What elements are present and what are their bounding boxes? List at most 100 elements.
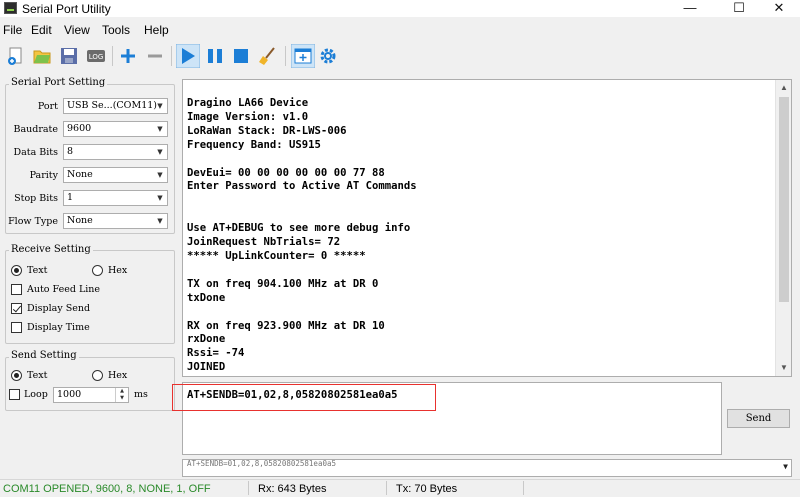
send-hex-label: Hex	[108, 370, 128, 381]
menu-tools[interactable]: Tools	[102, 23, 130, 37]
send-history-select[interactable]: AT+SENDB=01,02,8,05820802581ea0a5 ▼	[182, 459, 792, 477]
receive-hex-radio[interactable]	[92, 265, 103, 276]
chevron-down-icon: ▼	[157, 194, 163, 202]
output-line: LoRaWan Stack: DR-LWS-006	[187, 124, 347, 137]
flow-type-select[interactable]: None ▼	[63, 213, 168, 229]
receive-output-area[interactable]: Dragino LA66 Device Image Version: v1.0 Lo…	[182, 79, 792, 377]
clear-broom-icon[interactable]	[258, 46, 278, 66]
output-line: DevEui= 00 00 00 00 00 00 77 88	[187, 166, 385, 179]
output-scrollbar[interactable]: ▲ ▼	[775, 80, 791, 376]
port-status: COM11 OPENED, 9600, 8, NONE, 1, OFF	[3, 483, 211, 495]
parity-select[interactable]: None ▼	[63, 167, 168, 183]
chevron-down-icon: ▼	[157, 171, 163, 179]
rx-count: Rx: 643 Bytes	[258, 483, 327, 495]
tx-count: Tx: 70 Bytes	[396, 483, 458, 495]
pause-icon[interactable]	[205, 46, 225, 66]
chevron-down-icon: ▼	[157, 217, 163, 225]
send-history-value: AT+SENDB=01,02,8,05820802581ea0a5	[187, 459, 337, 468]
data-bits-select[interactable]: 8 ▼	[63, 144, 168, 160]
output-line: Dragino LA66 Device	[187, 97, 309, 109]
receive-text-label: Text	[27, 265, 48, 276]
chevron-down-icon: ▼	[157, 125, 163, 133]
receive-text-radio[interactable]	[11, 265, 22, 276]
window-title: Serial Port Utility	[22, 2, 111, 16]
loop-unit-label: ms	[134, 389, 148, 400]
chevron-down-icon: ▼	[157, 102, 163, 110]
send-text-radio[interactable]	[11, 370, 22, 381]
send-setting-title: Send Setting	[9, 350, 79, 361]
auto-feed-line-label: Auto Feed Line	[27, 284, 101, 295]
output-line: rxDone	[187, 333, 226, 346]
stop-bits-label: Stop Bits	[14, 193, 58, 204]
output-line: txDone	[187, 291, 226, 304]
gear-icon[interactable]	[318, 46, 338, 66]
status-bar: COM11 OPENED, 9600, 8, NONE, 1, OFF Rx: …	[0, 479, 800, 497]
scroll-down-icon[interactable]: ▼	[776, 360, 792, 376]
display-time-label: Display Time	[27, 322, 90, 333]
data-bits-label: Data Bits	[13, 147, 59, 158]
output-line: Image Version: v1.0	[187, 110, 309, 123]
highlight-annotation	[172, 384, 436, 411]
maximize-button[interactable]: ☐	[717, 0, 761, 17]
baudrate-select[interactable]: 9600 ▼	[63, 121, 168, 137]
log-icon[interactable]: LOG	[86, 46, 106, 66]
stop-icon[interactable]	[231, 46, 251, 66]
scroll-thumb[interactable]	[779, 97, 789, 302]
new-file-icon[interactable]	[6, 46, 26, 66]
flow-type-label: Flow Type	[8, 216, 58, 227]
output-line: Use AT+DEBUG to see more debug info	[187, 222, 411, 235]
receive-output-text: Dragino LA66 Device Image Version: v1.0 Lo…	[187, 97, 417, 375]
open-file-icon[interactable]	[32, 46, 52, 66]
parity-label: Parity	[29, 170, 58, 181]
send-hex-radio[interactable]	[92, 370, 103, 381]
menu-help[interactable]: Help	[144, 23, 169, 37]
status-separator	[386, 481, 387, 495]
stop-bits-select[interactable]: 1 ▼	[63, 190, 168, 206]
display-send-checkbox[interactable]	[11, 303, 22, 314]
output-line: Enter Password to Active AT Commands	[187, 180, 417, 193]
status-separator	[248, 481, 249, 495]
scroll-up-icon[interactable]: ▲	[776, 80, 792, 96]
output-line: ***** UpLinkCounter= 0 *****	[187, 249, 366, 262]
toolbar-separator	[171, 46, 172, 66]
close-button[interactable]: ✕	[757, 0, 800, 17]
chevron-down-icon: ▼	[783, 462, 788, 471]
loop-checkbox[interactable]	[9, 389, 20, 400]
output-line: TX on freq 904.100 MHz at DR 0	[187, 277, 379, 290]
add-icon[interactable]	[118, 46, 138, 66]
stepper-up-icon[interactable]: ▲	[115, 388, 128, 395]
svg-text:LOG: LOG	[89, 53, 104, 61]
app-icon	[4, 2, 17, 14]
minimize-button[interactable]: —	[668, 0, 712, 17]
port-label: Port	[37, 101, 58, 112]
auto-feed-line-checkbox[interactable]	[11, 284, 22, 295]
receive-hex-label: Hex	[108, 265, 128, 276]
display-time-checkbox[interactable]	[11, 322, 22, 333]
window-layout-icon[interactable]	[291, 44, 315, 68]
menu-view[interactable]: View	[64, 23, 90, 37]
send-button[interactable]: Send	[727, 409, 790, 428]
play-icon[interactable]	[176, 44, 200, 68]
loop-label: Loop	[24, 389, 48, 400]
output-line: JOINED	[187, 361, 226, 374]
receive-setting-title: Receive Setting	[9, 244, 93, 255]
remove-icon[interactable]	[145, 46, 165, 66]
menu-file[interactable]: File	[3, 23, 22, 37]
loop-interval-stepper[interactable]: 1000 ▲ ▼	[53, 387, 129, 403]
output-line: JoinRequest NbTrials= 72	[187, 236, 341, 249]
toolbar-separator	[112, 46, 113, 66]
output-line: RX on freq 923.900 MHz at DR 10	[187, 319, 385, 332]
chevron-down-icon: ▼	[157, 148, 163, 156]
port-select[interactable]: USB Se...(COM11) ▼	[63, 98, 168, 114]
menu-edit[interactable]: Edit	[31, 23, 52, 37]
title-bar: Serial Port Utility — ☐ ✕	[0, 0, 800, 17]
output-line: Rssi= -74	[187, 347, 245, 360]
stepper-down-icon[interactable]: ▼	[115, 395, 128, 402]
save-icon[interactable]	[59, 46, 79, 66]
output-line: Frequency Band: US915	[187, 138, 321, 151]
